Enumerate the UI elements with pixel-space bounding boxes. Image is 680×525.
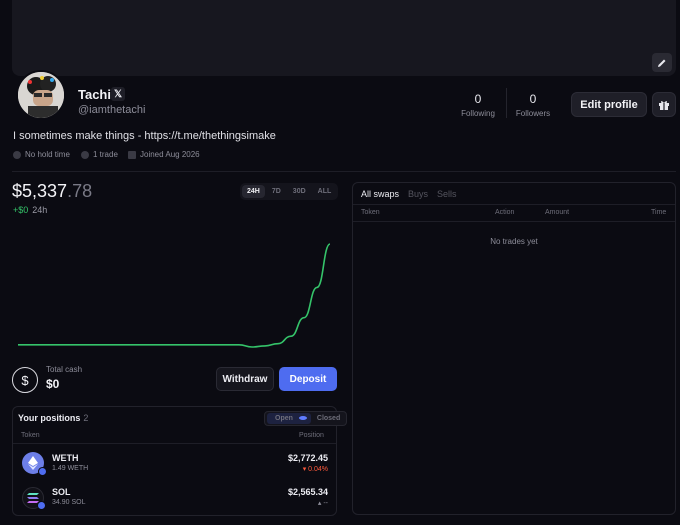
chart-series-line bbox=[18, 243, 331, 348]
swaps-tabs: All swaps Buys Sells bbox=[361, 189, 457, 199]
position-row[interactable]: WETH 1.49 WETH $2,772.45 ▾ 0.04% bbox=[13, 446, 336, 480]
profile-banner bbox=[12, 0, 676, 76]
swaps-panel bbox=[352, 182, 676, 515]
token-amount: 34.90 SOL bbox=[52, 499, 86, 506]
withdraw-button[interactable]: Withdraw bbox=[216, 367, 274, 391]
toggle-closed[interactable]: Closed bbox=[313, 413, 344, 424]
gift-icon bbox=[659, 100, 669, 110]
meta-joined: Joined Aug 2026 bbox=[128, 150, 200, 159]
following-count: 0 bbox=[474, 92, 482, 106]
deposit-button[interactable]: Deposit bbox=[279, 367, 337, 391]
col-action: Action bbox=[495, 209, 515, 216]
tab-all-swaps[interactable]: All swaps bbox=[361, 189, 399, 199]
portfolio-change: +$0 24h bbox=[13, 205, 48, 215]
total-cash-value: $0 bbox=[46, 377, 60, 391]
followers-count: 0 bbox=[529, 92, 537, 106]
eth-icon bbox=[22, 452, 47, 476]
tab-buys[interactable]: Buys bbox=[408, 189, 428, 199]
position-change: ▾ 0.04% bbox=[302, 466, 328, 473]
profile-name: Tachi bbox=[78, 87, 111, 102]
portfolio-balance: $5,337.78 bbox=[12, 181, 93, 201]
swap-icon bbox=[81, 150, 89, 159]
following-stat[interactable]: 0 Following bbox=[448, 92, 508, 118]
token-symbol: WETH bbox=[52, 453, 79, 463]
sol-icon bbox=[22, 487, 46, 510]
divider bbox=[12, 171, 676, 172]
portfolio-chart bbox=[18, 243, 331, 348]
meta-hold-time: No hold time bbox=[13, 150, 70, 159]
col-token: Token bbox=[21, 432, 40, 439]
positions-divider bbox=[13, 443, 336, 444]
col-time: Time bbox=[651, 209, 667, 216]
dollar-icon: $ bbox=[12, 367, 38, 393]
empty-state: No trades yet bbox=[490, 237, 538, 246]
positions-toggle: Open Closed bbox=[264, 411, 348, 426]
chain-badge-icon bbox=[38, 467, 47, 476]
edit-profile-button[interactable]: Edit profile bbox=[571, 92, 647, 117]
tabs-divider bbox=[353, 204, 675, 205]
position-value: $2,772.45 bbox=[287, 453, 328, 463]
timeframe-24h[interactable]: 24H bbox=[242, 185, 265, 198]
col-token: Token bbox=[361, 209, 380, 216]
edit-banner-button[interactable] bbox=[652, 53, 672, 72]
toggle-open[interactable]: Open bbox=[267, 413, 311, 424]
followers-label: Followers bbox=[515, 109, 551, 118]
position-value: $2,565.34 bbox=[287, 487, 328, 497]
token-symbol: SOL bbox=[52, 487, 71, 497]
timeframe-all[interactable]: ALL bbox=[313, 185, 337, 198]
header-divider bbox=[353, 221, 675, 222]
position-row[interactable]: SOL 34.90 SOL $2,565.34 ▴ -- bbox=[13, 482, 336, 516]
clock-icon bbox=[13, 150, 21, 159]
timeframe-selector: 24H 7D 30D ALL bbox=[240, 183, 339, 200]
gift-button[interactable] bbox=[652, 92, 676, 117]
following-label: Following bbox=[461, 109, 495, 118]
position-change: ▴ -- bbox=[317, 500, 328, 507]
calendar-icon bbox=[128, 150, 136, 159]
timeframe-30d[interactable]: 30D bbox=[288, 185, 311, 198]
x-icon[interactable]: 𝕏 bbox=[111, 87, 125, 101]
profile-handle: @iamthetachi bbox=[78, 104, 146, 116]
col-amount: Amount bbox=[545, 209, 570, 216]
avatar[interactable] bbox=[16, 70, 66, 120]
col-position: Position bbox=[299, 432, 324, 439]
token-amount: 1.49 WETH bbox=[52, 465, 89, 472]
positions-title: Your positions 2 bbox=[18, 413, 89, 423]
pencil-icon bbox=[658, 59, 666, 67]
tab-sells[interactable]: Sells bbox=[437, 189, 457, 199]
chain-badge-icon bbox=[37, 501, 46, 510]
meta-trades: 1 trade bbox=[81, 150, 118, 159]
timeframe-7d[interactable]: 7D bbox=[267, 185, 286, 198]
followers-stat[interactable]: 0 Followers bbox=[503, 92, 563, 118]
avatar-image bbox=[18, 72, 64, 118]
profile-bio: I sometimes make things - https://t.me/t… bbox=[13, 130, 276, 142]
total-cash-label: Total cash bbox=[46, 365, 83, 374]
